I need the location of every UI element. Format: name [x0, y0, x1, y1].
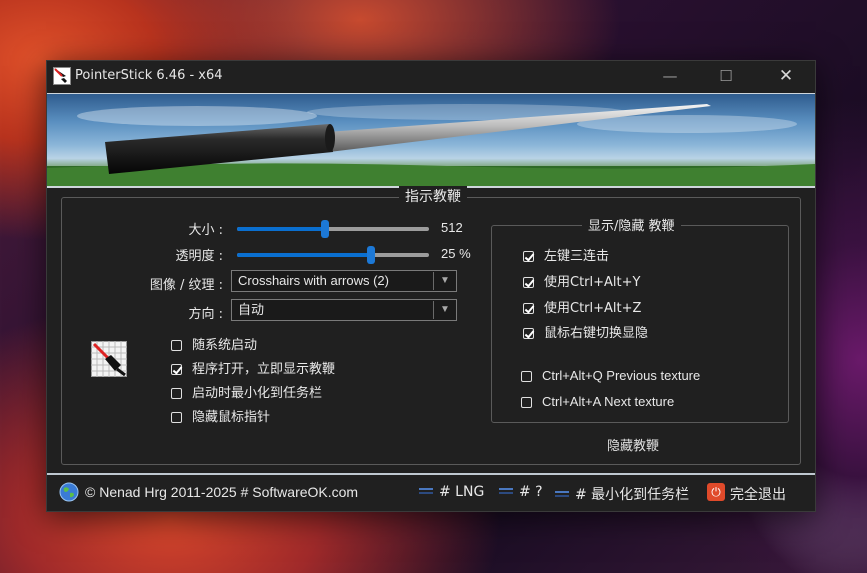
size-label: 大小 :: [188, 223, 223, 238]
banner-image: [47, 93, 815, 188]
minimize-to-tray-link[interactable]: # 最小化到任务栏: [555, 484, 689, 504]
opacity-slider-thumb[interactable]: [367, 246, 376, 264]
option-ctrl-alt-z-label: 使用Ctrl+Alt+Z: [544, 301, 642, 316]
group-title-show-hide: 显示/隐藏 教鞭: [582, 215, 681, 234]
minimize-icon[interactable]: —: [647, 61, 693, 93]
option-triple-click-label: 左键三连击: [544, 249, 610, 264]
texture-select-value: Crosshairs with arrows (2): [238, 273, 389, 288]
language-link-label: # LNG: [439, 484, 485, 500]
help-link[interactable]: # ?: [499, 484, 543, 500]
minimize-to-tray-link-label: # 最小化到任务栏: [575, 487, 690, 503]
texture-label: 图像 / 纹理 :: [149, 278, 223, 293]
option-start-minimized[interactable]: 启动时最小化到任务栏: [171, 382, 323, 401]
window-title: PointerStick 6.46 - x64: [75, 68, 223, 83]
size-slider-fill: [237, 227, 326, 231]
texture-select[interactable]: Crosshairs with arrows (2) ▼: [231, 270, 457, 292]
menu-bar-icon: [419, 488, 433, 494]
option-next-texture[interactable]: Ctrl+Alt+A Next texture: [521, 394, 674, 412]
crosshair-texture-icon: [91, 341, 127, 377]
option-show-on-open[interactable]: 程序打开，立即显示教鞭: [171, 358, 336, 377]
app-icon: [53, 67, 71, 85]
option-ctrl-alt-y-label: 使用Ctrl+Alt+Y: [544, 275, 641, 290]
chevron-down-icon[interactable]: ▼: [433, 272, 456, 290]
size-slider[interactable]: [237, 220, 429, 238]
size-slider-thumb[interactable]: [321, 220, 330, 238]
hide-pointer-button[interactable]: 隐藏教鞭: [607, 435, 659, 454]
option-autostart[interactable]: 随系统启动: [171, 334, 258, 353]
direction-label: 方向 :: [188, 307, 223, 322]
option-ctrl-alt-y[interactable]: 使用Ctrl+Alt+Y: [523, 271, 641, 290]
option-triple-click[interactable]: 左键三连击: [523, 245, 610, 264]
group-title-pointer: 指示教鞭: [399, 186, 467, 206]
checkbox-triple-click[interactable]: [523, 251, 534, 262]
checkbox-autostart[interactable]: [171, 340, 182, 351]
app-window: PointerStick 6.46 - x64 — ☐ ✕ 指示教鞭 大小: …: [46, 60, 816, 512]
exit-button[interactable]: 完全退出: [730, 484, 786, 504]
option-next-texture-label: Ctrl+Alt+A Next texture: [542, 394, 675, 409]
option-hide-cursor[interactable]: 隐藏鼠标指针: [171, 406, 271, 425]
menu-bar-icon: [555, 491, 569, 497]
opacity-slider[interactable]: [237, 246, 429, 264]
menu-bar-icon: [499, 488, 513, 494]
option-prev-texture-label: Ctrl+Alt+Q Previous texture: [542, 368, 701, 383]
opacity-value: 25 %: [441, 246, 471, 261]
checkbox-right-click-toggle[interactable]: [523, 328, 534, 339]
option-prev-texture[interactable]: Ctrl+Alt+Q Previous texture: [521, 368, 700, 386]
help-link-label: # ?: [519, 484, 543, 500]
direction-select-value: 自动: [238, 302, 265, 317]
option-right-click-toggle-label: 鼠标右键切换显隐: [544, 326, 649, 341]
direction-select[interactable]: 自动 ▼: [231, 299, 457, 321]
checkbox-prev-texture[interactable]: [521, 371, 532, 382]
exit-icon[interactable]: ⏻: [707, 483, 725, 501]
checkbox-show-on-open[interactable]: [171, 364, 182, 375]
close-icon[interactable]: ✕: [763, 61, 809, 93]
title-bar[interactable]: PointerStick 6.46 - x64 — ☐ ✕: [47, 61, 815, 93]
checkbox-ctrl-alt-y[interactable]: [523, 277, 534, 288]
option-ctrl-alt-z[interactable]: 使用Ctrl+Alt+Z: [523, 297, 642, 316]
pointer-stick-illustration: [47, 104, 815, 186]
checkbox-ctrl-alt-z[interactable]: [523, 303, 534, 314]
chevron-down-icon[interactable]: ▼: [433, 301, 456, 319]
checkbox-next-texture[interactable]: [521, 397, 532, 408]
option-start-minimized-label: 启动时最小化到任务栏: [192, 386, 323, 401]
checkbox-hide-cursor[interactable]: [171, 412, 182, 423]
maximize-icon[interactable]: ☐: [703, 61, 749, 93]
option-show-on-open-label: 程序打开，立即显示教鞭: [192, 362, 336, 377]
footer-bar: © Nenad Hrg 2011-2025 # SoftwareOK.com #…: [47, 475, 815, 511]
checkbox-start-minimized[interactable]: [171, 388, 182, 399]
language-link[interactable]: # LNG: [419, 484, 484, 500]
size-value: 512: [441, 220, 463, 235]
copyright-link[interactable]: © Nenad Hrg 2011-2025 # SoftwareOK.com: [85, 484, 358, 500]
option-right-click-toggle[interactable]: 鼠标右键切换显隐: [523, 322, 649, 341]
option-hide-cursor-label: 隐藏鼠标指针: [192, 410, 271, 425]
opacity-slider-fill: [237, 253, 372, 257]
option-autostart-label: 随系统启动: [192, 338, 258, 353]
opacity-label: 透明度 :: [175, 249, 223, 264]
globe-icon[interactable]: [59, 482, 79, 502]
